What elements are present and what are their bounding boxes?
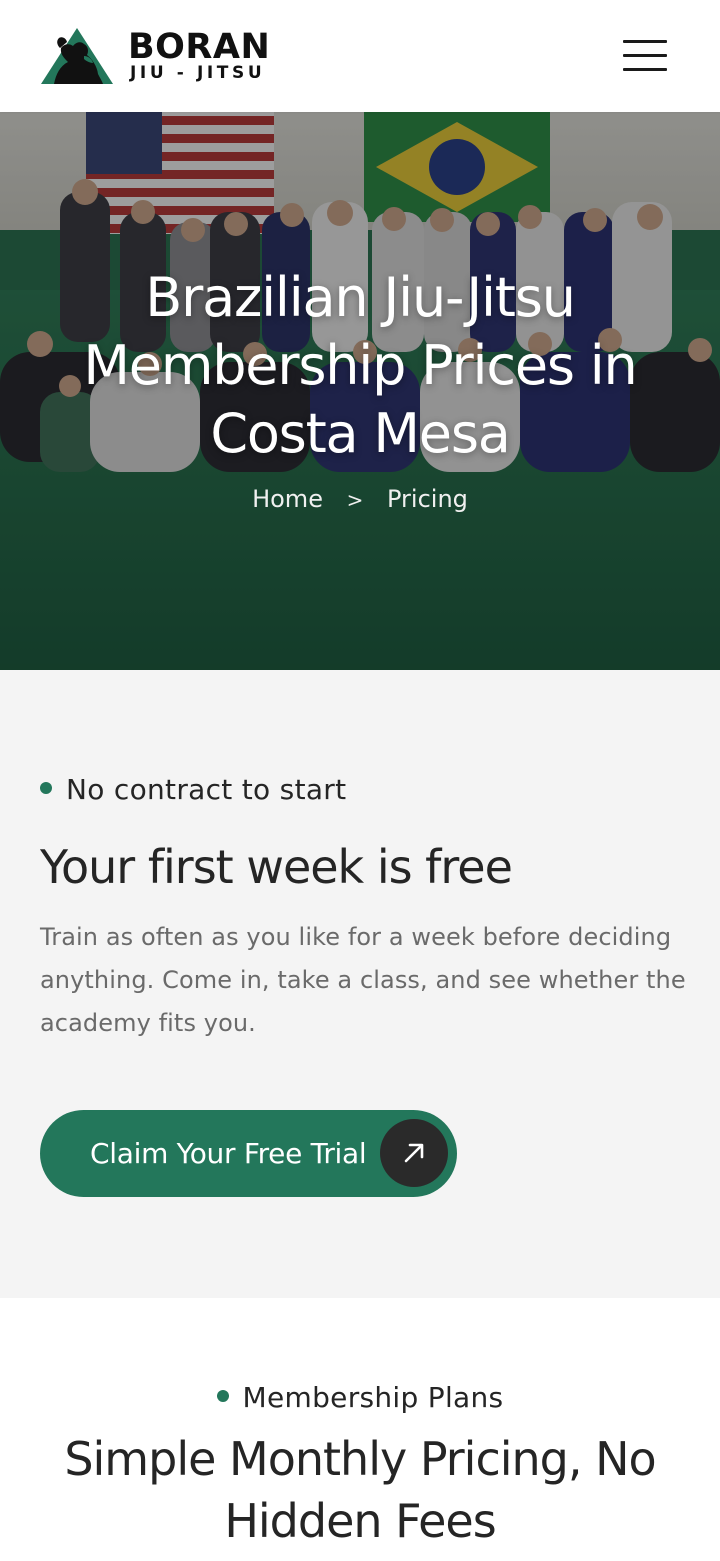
plans-eyebrow-text: Membership Plans: [242, 1381, 504, 1414]
menu-line: [623, 68, 667, 71]
trial-eyebrow: No contract to start: [40, 772, 346, 808]
membership-plans-section: Membership Plans Simple Monthly Pricing,…: [0, 1298, 720, 1561]
breadcrumb-current: Pricing: [387, 485, 468, 513]
bullet-dot-icon: [216, 1390, 229, 1402]
site-header: BORAN JIU - JITSU: [0, 0, 720, 112]
hero-banner: Brazilian Jiu-Jitsu Membership Prices in…: [0, 112, 720, 670]
menu-line: [623, 54, 667, 57]
brand-name: BORAN: [128, 27, 271, 67]
claim-free-trial-button[interactable]: Claim Your Free Trial: [40, 1110, 457, 1197]
breadcrumb-home-link[interactable]: Home: [252, 485, 323, 513]
page-title: Brazilian Jiu-Jitsu Membership Prices in…: [83, 266, 637, 465]
claim-free-trial-label: Claim Your Free Trial: [90, 1137, 367, 1170]
bullet-dot-icon: [40, 782, 52, 794]
trial-description: Train as often as you like for a week be…: [40, 923, 686, 1037]
free-trial-section: No contract to start Your first week is …: [0, 670, 720, 1298]
trial-eyebrow-text: No contract to start: [66, 773, 347, 806]
brand-logo[interactable]: BORAN JIU - JITSU: [40, 26, 280, 86]
breadcrumb: Home > Pricing: [0, 482, 720, 517]
menu-line: [623, 40, 667, 43]
arrow-up-right-icon: [380, 1119, 448, 1187]
brand-subtitle: JIU - JITSU: [130, 63, 266, 83]
plans-eyebrow: Membership Plans: [0, 1380, 720, 1416]
hamburger-menu-icon[interactable]: [618, 36, 672, 76]
trial-heading: Your first week is free: [40, 840, 513, 894]
plans-heading: Simple Monthly Pricing, No Hidden Fees: [64, 1432, 656, 1548]
breadcrumb-separator: >: [346, 488, 364, 512]
brand-logo-icon: [41, 28, 113, 84]
